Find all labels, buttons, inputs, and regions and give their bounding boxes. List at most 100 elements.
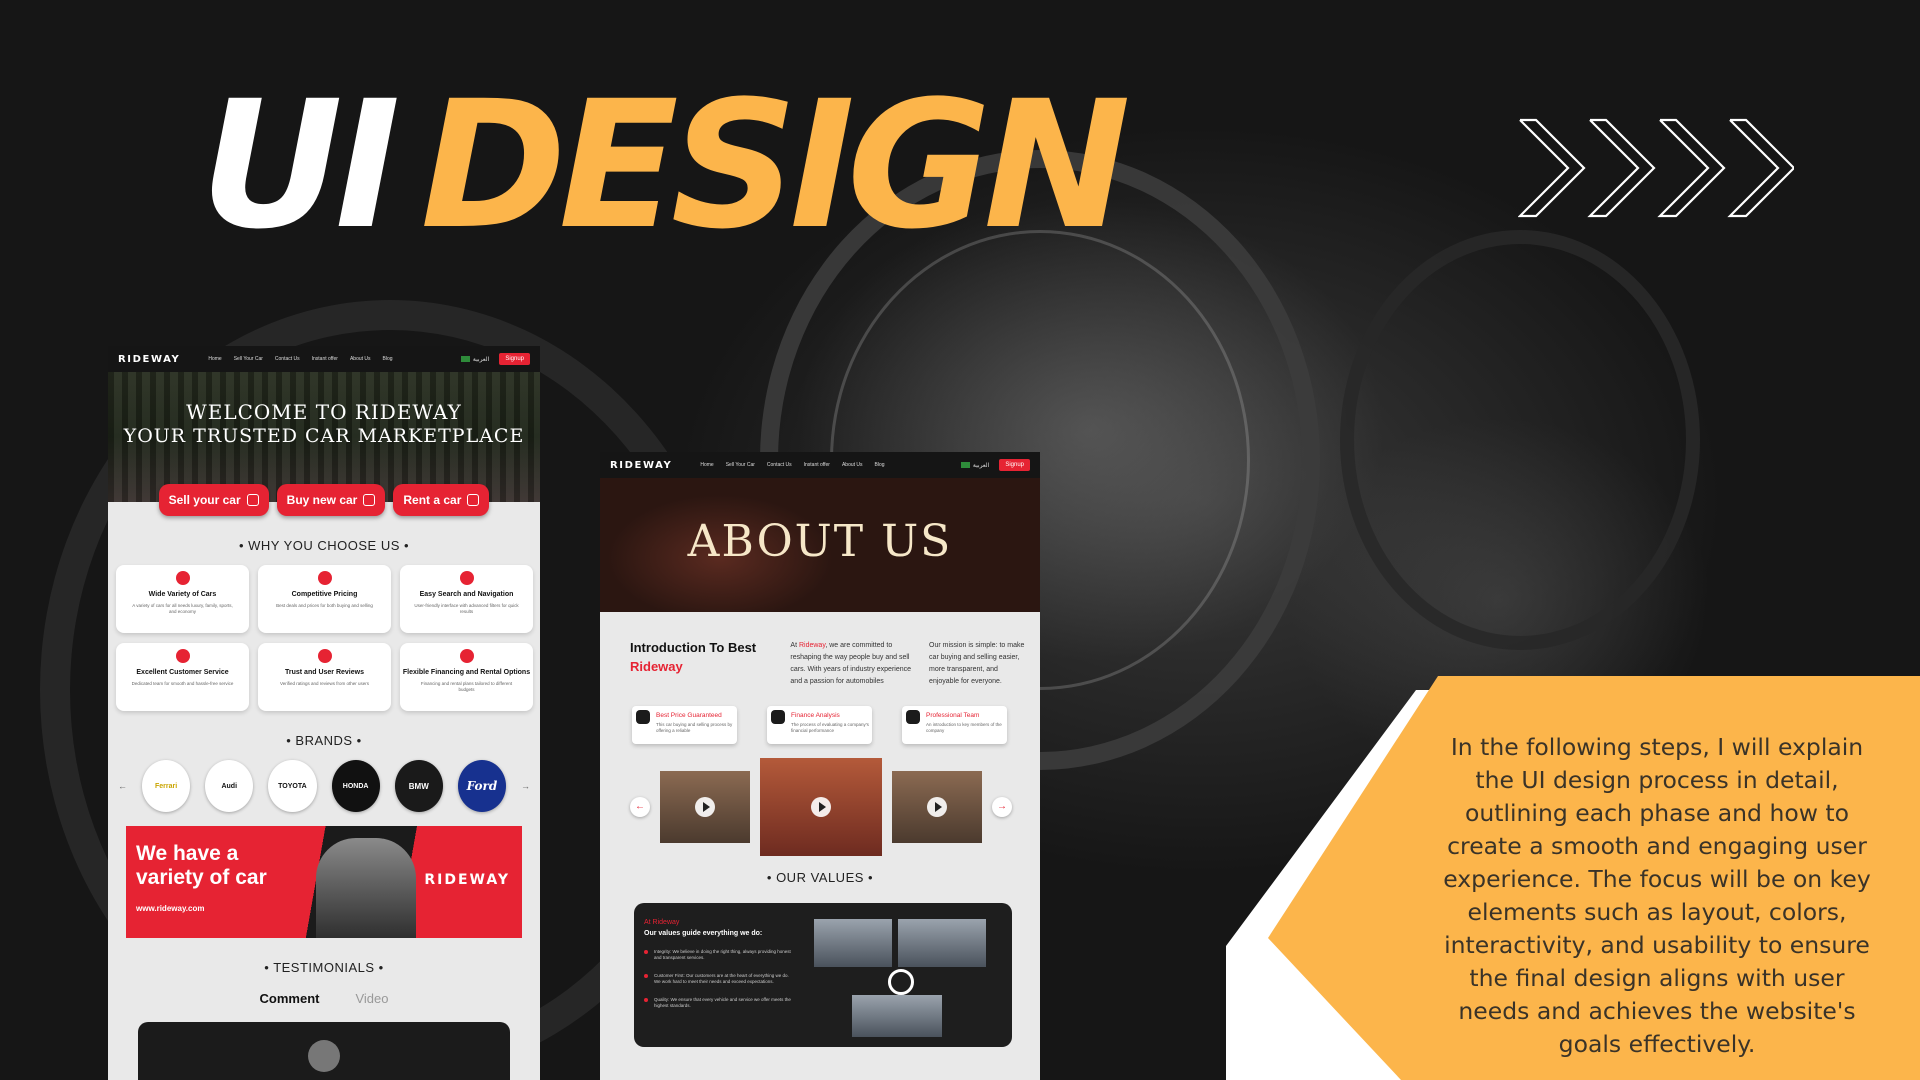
headlight-housing [1340, 230, 1700, 650]
hero-line-2: YOUR TRUSTED CAR MARKETPLACE [123, 425, 525, 447]
value-item: Integrity: We believe in doing the right… [644, 949, 794, 961]
car-variety-icon [175, 571, 190, 585]
carousel-prev-icon[interactable]: ← [118, 781, 127, 791]
video-thumbnail-featured[interactable] [760, 758, 882, 856]
brand-logo-audi[interactable]: Audi [205, 760, 254, 812]
reviews-icon [317, 649, 332, 663]
video-thumbnail[interactable] [660, 771, 750, 843]
feature-card[interactable]: Competitive Pricing Best deals and prices… [258, 565, 391, 633]
signup-button[interactable]: Signup [999, 459, 1030, 471]
avatar [308, 1040, 340, 1072]
nav-contact-us[interactable]: Contact Us [275, 356, 300, 362]
carousel-next-icon[interactable]: → [521, 781, 530, 791]
video-prev-button[interactable]: ← [630, 797, 650, 817]
cta-group: Sell your car Buy new car Rent a car [108, 484, 540, 516]
flag-icon [460, 356, 470, 362]
brand-logo-toyota[interactable]: TOYOTA [268, 760, 317, 812]
nav-contact-us[interactable]: Contact Us [767, 462, 792, 468]
nav-sell-your-car[interactable]: Sell Your Car [726, 462, 755, 468]
home-hero: WELCOME TO RIDEWAY YOUR TRUSTED CAR MARK… [108, 372, 540, 502]
hero-line-1: WELCOME TO RIDEWAY [186, 400, 462, 424]
feature-card[interactable]: Easy Search and Navigation User-friendly … [400, 565, 533, 633]
rent-car-button[interactable]: Rent a car [393, 484, 490, 516]
search-icon [459, 571, 474, 585]
video-thumbnail[interactable] [892, 771, 982, 843]
description-text: In the following steps, I will explain t… [1443, 733, 1871, 1058]
feature-card[interactable]: Wide Variety of Cars A variety of cars fo… [116, 565, 249, 633]
about-hero: ABOUT US [600, 478, 1040, 612]
about-page-mockup: RIDEWAY Home Sell Your Car Contact Us In… [600, 452, 1040, 1080]
brand-logo-ford[interactable]: Ford [457, 760, 507, 812]
nav-blog[interactable]: Blog [875, 462, 885, 468]
values-card: At Rideway Our values guide everything w… [634, 903, 1012, 1047]
buy-car-button[interactable]: Buy new car [276, 484, 386, 516]
page-title: UI DESIGN [200, 78, 1131, 254]
feature-grid: Wide Variety of Cars A variety of cars fo… [108, 553, 540, 711]
banner-url: www.rideway.com [136, 904, 205, 913]
banner-line-1: We have a [136, 842, 239, 865]
feature-card[interactable]: Finance Analysis The process of evaluatin… [767, 706, 872, 744]
promo-banner[interactable]: We have a variety of car www.rideway.com… [126, 826, 522, 938]
tab-comment[interactable]: Comment [260, 991, 320, 1006]
feature-card[interactable]: Professional Team An introduction to key … [902, 706, 1007, 744]
nav-instant-offer[interactable]: Instant offer [312, 356, 338, 362]
feature-card[interactable]: Best Price Guaranteed This car buying and… [632, 706, 737, 744]
signup-button[interactable]: Signup [499, 353, 530, 365]
key-hand-icon [467, 494, 480, 506]
about-title: ABOUT US [687, 516, 953, 567]
value-item: Quality: We ensure that every vehicle an… [644, 997, 794, 1009]
value-item: Customer First: Our customers are at the… [644, 973, 794, 985]
rideway-logo[interactable]: RIDEWAY [610, 460, 672, 471]
intro-section: Introduction To Best Rideway At Rideway,… [600, 612, 1040, 688]
site-navbar: RIDEWAY Home Sell Your Car Contact Us In… [108, 346, 540, 372]
language-switch[interactable]: العربية [960, 462, 989, 469]
feature-card[interactable]: Trust and User Reviews Verified ratings a… [258, 643, 391, 711]
nav-sell-your-car[interactable]: Sell Your Car [234, 356, 263, 362]
salesman-photo [316, 838, 416, 938]
banner-line-2: variety of car [136, 866, 267, 889]
testimonials-title: • TESTIMONIALS • [264, 960, 384, 975]
nav-blog[interactable]: Blog [383, 356, 393, 362]
feature-card[interactable]: Excellent Customer Service Dedicated team… [116, 643, 249, 711]
dollar-icon [636, 710, 650, 724]
nav-instant-offer[interactable]: Instant offer [804, 462, 830, 468]
team-icon [906, 710, 920, 724]
tab-video[interactable]: Video [355, 991, 388, 1006]
about-features: Best Price Guaranteed This car buying and… [600, 688, 1040, 744]
price-tag-icon [317, 571, 332, 585]
nav-home[interactable]: Home [208, 356, 221, 362]
chevrons-icon [1518, 118, 1794, 218]
intro-heading: Introduction To Best [630, 640, 757, 655]
brand-logo-bmw[interactable]: BMW [394, 760, 443, 812]
title-ui: UI [200, 63, 400, 268]
testimonial-card [138, 1022, 510, 1080]
steering-wheel-icon [888, 969, 914, 995]
play-icon [695, 797, 715, 817]
rideway-logo[interactable]: RIDEWAY [118, 354, 180, 365]
brand-logo-ferrari[interactable]: Ferrari [142, 760, 191, 812]
mission-text: Our mission is simple: to make car buyin… [929, 642, 1025, 685]
video-carousel: ← → [600, 744, 1040, 856]
intro-heading-brand: Rideway [630, 659, 683, 674]
support-agent-icon [175, 649, 190, 663]
title-design: DESIGN [420, 63, 1130, 268]
feature-card[interactable]: Flexible Financing and Rental Options Fin… [400, 643, 533, 711]
why-choose-title: • WHY YOU CHOOSE US • [238, 538, 410, 553]
sell-car-button[interactable]: Sell your car [158, 484, 269, 516]
flag-icon [960, 462, 970, 468]
home-page-mockup: RIDEWAY Home Sell Your Car Contact Us In… [108, 346, 540, 1080]
brands-title: • BRANDS • [286, 733, 362, 748]
play-icon [811, 797, 831, 817]
language-switch[interactable]: العربية [460, 356, 489, 363]
team-photo [852, 995, 942, 1037]
video-next-button[interactable]: → [992, 797, 1012, 817]
nav-about-us[interactable]: About Us [350, 356, 371, 362]
nav-about-us[interactable]: About Us [842, 462, 863, 468]
intro-text: At Rideway, we are committed to reshapin… [790, 642, 912, 685]
banner-logo: RIDEWAY [424, 872, 510, 888]
chart-icon [771, 710, 785, 724]
brand-logo-honda[interactable]: HONDA [331, 760, 380, 812]
values-title: • OUR VALUES • [766, 870, 874, 885]
nav-home[interactable]: Home [700, 462, 713, 468]
team-photo [814, 919, 892, 967]
